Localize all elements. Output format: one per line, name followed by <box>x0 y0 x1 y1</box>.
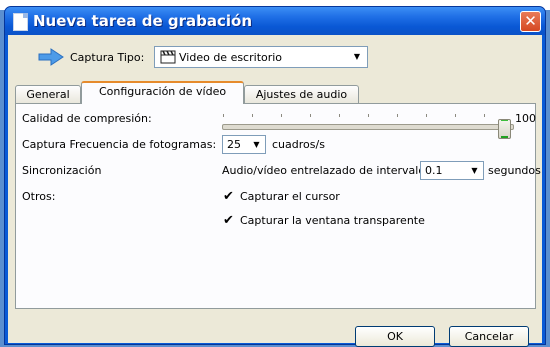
tab-video-settings[interactable]: Configuración de vídeo <box>81 81 244 104</box>
slider-tick <box>426 114 427 117</box>
slider-tick <box>397 114 398 117</box>
compression-label: Calidad de compresión: <box>22 112 152 125</box>
slider-tick <box>484 114 485 117</box>
capture-cursor-label[interactable]: Capturar el cursor <box>240 190 340 203</box>
clapperboard-icon <box>160 50 176 64</box>
recording-task-dialog: Nueva tarea de grabación ✕ Captura Tipo:… <box>4 6 546 347</box>
frame-rate-select[interactable]: 25 ▼ <box>222 135 266 154</box>
sync-label: Sincronización <box>22 164 102 177</box>
capture-type-label: Captura Tipo: <box>70 51 145 64</box>
interleave-select[interactable]: 0.1 ▼ <box>420 161 484 180</box>
slider-tick <box>223 114 224 117</box>
slider-tick <box>281 114 282 117</box>
others-label: Otros: <box>22 190 56 203</box>
slider-tick <box>252 114 253 117</box>
tab-audio-settings[interactable]: Ajustes de audio <box>244 85 359 103</box>
cancel-button[interactable]: Cancelar <box>449 326 529 347</box>
window-title: Nueva tarea de grabación <box>33 12 253 30</box>
compression-slider-thumb[interactable] <box>498 119 511 139</box>
slider-tick <box>310 114 311 117</box>
chevron-down-icon[interactable]: ▼ <box>349 49 365 65</box>
frame-rate-value: 25 <box>227 138 241 151</box>
right-arrow-icon <box>38 48 64 66</box>
capture-type-select[interactable]: Video de escritorio ▼ <box>154 46 368 68</box>
title-bar[interactable]: Nueva tarea de grabación ✕ <box>5 7 545 35</box>
slider-tick <box>368 114 369 117</box>
capture-type-value: Video de escritorio <box>179 51 283 64</box>
interleave-value: 0.1 <box>425 164 443 177</box>
frame-rate-label: Captura Frecuencia de fotogramas: <box>22 138 217 151</box>
slider-tick <box>339 114 340 117</box>
capture-cursor-checkbox[interactable]: ✔ <box>222 190 235 203</box>
dialog-client-area: Captura Tipo: Video de escritorio ▼ Gene… <box>8 35 542 347</box>
tab-general[interactable]: General <box>15 85 81 103</box>
slider-tick <box>455 114 456 117</box>
chevron-down-icon[interactable]: ▼ <box>249 137 264 152</box>
interleave-label: Audio/vídeo entrelazado de intervalo <box>222 164 426 177</box>
capture-transparent-checkbox[interactable]: ✔ <box>222 214 235 227</box>
video-settings-panel: Calidad de compresión: 100 Captura Frecu… <box>15 103 541 309</box>
ok-button[interactable]: OK <box>355 326 435 347</box>
compression-slider-track[interactable] <box>222 124 514 130</box>
capture-transparent-label[interactable]: Capturar la ventana transparente <box>240 214 425 227</box>
document-icon <box>13 13 28 31</box>
close-button[interactable]: ✕ <box>520 11 541 32</box>
frame-rate-unit: cuadros/s <box>272 138 325 151</box>
chevron-down-icon[interactable]: ▼ <box>467 163 482 178</box>
interleave-unit: segundos <box>488 164 541 177</box>
compression-value: 100 <box>515 112 536 125</box>
